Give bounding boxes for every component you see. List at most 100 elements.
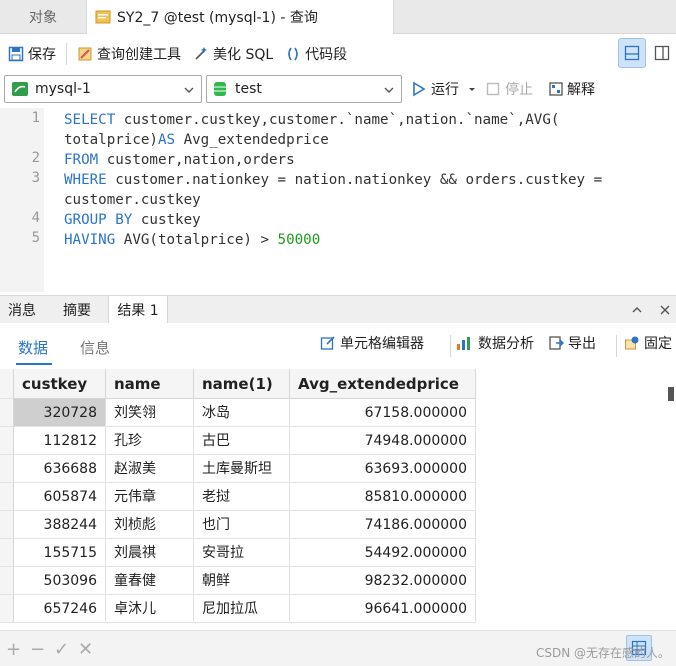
table-cell[interactable]: 冰岛 — [194, 399, 290, 427]
code-snippet-button[interactable]: 代码段 — [279, 39, 353, 69]
table-cell[interactable]: 388244 — [14, 511, 106, 539]
line-number: 3 — [31, 170, 40, 186]
tab-summary[interactable]: 摘要 — [52, 296, 102, 324]
row-header[interactable] — [0, 567, 14, 595]
code-line: FROM customer,nation,orders — [64, 150, 295, 170]
table-cell[interactable]: 605874 — [14, 483, 106, 511]
row-header[interactable] — [0, 427, 14, 455]
column-header[interactable]: Avg_extendedprice — [290, 369, 476, 399]
table-cell[interactable]: 85810.000000 — [290, 483, 476, 511]
parentheses-icon — [288, 47, 298, 61]
tab-objects-label: 对象 — [29, 10, 57, 26]
table-cell[interactable]: 636688 — [14, 455, 106, 483]
run-label: 运行 — [431, 82, 459, 98]
table-cell[interactable]: 童春健 — [106, 567, 194, 595]
table-cell[interactable]: 土库曼斯坦 — [194, 455, 290, 483]
line-number: 1 — [31, 110, 40, 126]
side-panel-toggle[interactable] — [648, 38, 676, 68]
tab-result-1[interactable]: 结果 1 — [108, 296, 168, 324]
beautify-sql-button[interactable]: 美化 SQL — [187, 39, 279, 69]
edit-cell-icon — [320, 336, 335, 350]
query-builder-button[interactable]: 查询创建工具 — [71, 39, 187, 69]
table-cell[interactable]: 尼加拉瓜 — [194, 595, 290, 623]
table-cell[interactable]: 孔珍 — [106, 427, 194, 455]
sql-code[interactable]: SELECT customer.custkey,customer.`name`,… — [64, 108, 602, 252]
toolbar-separator — [450, 335, 451, 357]
table-cell[interactable]: 503096 — [14, 567, 106, 595]
code-line: totalprice)AS Avg_extendedprice — [64, 130, 329, 150]
export-label: 导出 — [568, 336, 596, 352]
table-cell[interactable]: 刘桢彪 — [106, 511, 194, 539]
table-cell[interactable]: 赵淑美 — [106, 455, 194, 483]
add-record-button[interactable]: + — [6, 639, 21, 660]
table-cell[interactable]: 刘笑翎 — [106, 399, 194, 427]
code-snippet-label: 代码段 — [305, 47, 348, 63]
table-cell[interactable]: 古巴 — [194, 427, 290, 455]
connection-bar: mysql-1 test 运行 停止 解释 — [0, 74, 676, 104]
result-grid[interactable]: custkey name name(1) Avg_extendedprice 3… — [0, 369, 676, 629]
tab-query[interactable]: SY2_7 @test (mysql-1) - 查询 — [86, 0, 394, 34]
tab-messages[interactable]: 消息 — [0, 296, 44, 324]
table-cell[interactable]: 67158.000000 — [290, 399, 476, 427]
table-cell[interactable]: 安哥拉 — [194, 539, 290, 567]
line-number: 4 — [31, 210, 40, 226]
table-cell[interactable]: 54492.000000 — [290, 539, 476, 567]
table-cell[interactable]: 老挝 — [194, 483, 290, 511]
collapse-panel-button[interactable] — [628, 296, 646, 324]
sql-keyword: HAVING — [64, 232, 116, 248]
database-select[interactable]: test — [206, 75, 402, 103]
table-cell[interactable]: 155715 — [14, 539, 106, 567]
explain-button[interactable]: 解释 — [548, 75, 595, 103]
apply-changes-button[interactable]: ✓ — [54, 639, 69, 660]
table-cell[interactable]: 刘晨祺 — [106, 539, 194, 567]
table-cell[interactable]: 也门 — [194, 511, 290, 539]
data-analysis-button[interactable]: 数据分析 — [456, 333, 534, 353]
table-cell[interactable]: 元伟章 — [106, 483, 194, 511]
query-builder-label: 查询创建工具 — [97, 47, 181, 63]
stop-button[interactable]: 停止 — [486, 75, 533, 103]
table-cell[interactable]: 98232.000000 — [290, 567, 476, 595]
tab-data[interactable]: 数据 — [18, 337, 48, 358]
table-cell[interactable]: 卓沐儿 — [106, 595, 194, 623]
table-cell[interactable]: 96641.000000 — [290, 595, 476, 623]
delete-record-button[interactable]: − — [30, 639, 45, 660]
save-icon — [8, 46, 24, 62]
vertical-scrollbar-thumb[interactable] — [668, 387, 674, 401]
cell-editor-button[interactable]: 单元格编辑器 — [320, 333, 424, 353]
data-analysis-icon — [457, 337, 470, 350]
split-vertical-icon — [654, 45, 670, 61]
editor-results-split-toggle[interactable] — [618, 38, 646, 68]
column-header[interactable]: name — [106, 369, 194, 399]
row-header[interactable] — [0, 539, 14, 567]
run-options-chevron-icon[interactable] — [467, 84, 477, 94]
pin-result-button[interactable]: 固定 — [624, 333, 672, 353]
tab-info[interactable]: 信息 — [80, 337, 110, 358]
column-header[interactable]: name(1) — [194, 369, 290, 399]
row-header[interactable] — [0, 399, 14, 427]
export-button[interactable]: 导出 — [548, 333, 596, 353]
export-icon — [549, 336, 564, 350]
tab-objects[interactable]: 对象 — [0, 0, 86, 34]
explain-label: 解释 — [567, 82, 595, 98]
split-horizontal-icon — [624, 45, 640, 61]
table-cell[interactable]: 朝鲜 — [194, 567, 290, 595]
save-button[interactable]: 保存 — [2, 39, 62, 69]
run-button[interactable]: 运行 — [412, 75, 477, 103]
table-cell[interactable]: 74186.000000 — [290, 511, 476, 539]
table-cell[interactable]: 74948.000000 — [290, 427, 476, 455]
row-header[interactable] — [0, 455, 14, 483]
sql-keyword: GROUP BY — [64, 212, 133, 228]
sql-editor[interactable]: 1 2 3 4 5 SELECT customer.custkey,custom… — [0, 108, 676, 292]
close-panel-button[interactable] — [656, 296, 674, 324]
row-header[interactable] — [0, 483, 14, 511]
table-cell[interactable]: 112812 — [14, 427, 106, 455]
row-header[interactable] — [0, 511, 14, 539]
grid-status-bar: + − ✓ ✕ CSDN @无存在感的人。 — [0, 630, 676, 666]
table-cell[interactable]: 657246 — [14, 595, 106, 623]
discard-changes-button[interactable]: ✕ — [78, 639, 93, 660]
table-cell[interactable]: 63693.000000 — [290, 455, 476, 483]
table-cell[interactable]: 320728 — [14, 399, 106, 427]
connection-select[interactable]: mysql-1 — [4, 75, 202, 103]
column-header[interactable]: custkey — [14, 369, 106, 399]
row-header[interactable] — [0, 595, 14, 623]
